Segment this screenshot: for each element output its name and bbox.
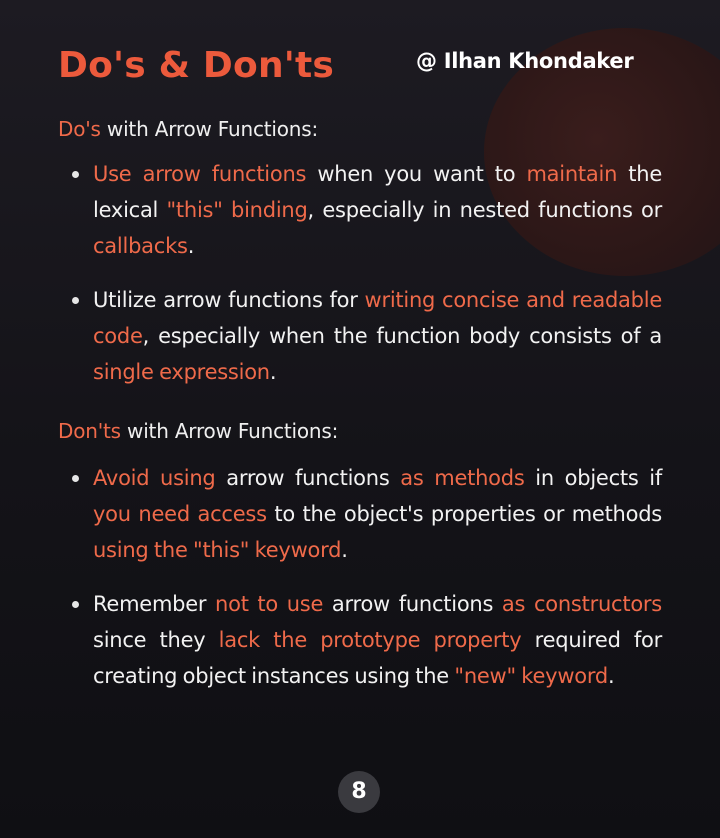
text-highlight: Avoid using: [93, 466, 216, 490]
text-plain: to the object's properties or methods: [266, 502, 662, 526]
bullet-icon: [72, 171, 79, 178]
text-plain: .: [607, 664, 615, 688]
donts-heading-highlight: Don'ts: [58, 419, 121, 443]
bullet-icon: [72, 601, 79, 608]
text-plain: arrow functions: [215, 466, 401, 490]
bullet-icon: [72, 475, 79, 482]
text-highlight: as methods: [400, 466, 525, 490]
dos-heading-highlight: Do's: [58, 117, 101, 141]
donts-item: Avoid using arrow functions as methods i…: [0, 460, 720, 568]
text-highlight: you need access: [93, 502, 267, 526]
donts-item-text: Avoid using arrow functions as methods i…: [93, 466, 662, 562]
author-handle: @ Ilhan Khondaker: [416, 49, 634, 73]
text-plain: in objects if: [524, 466, 662, 490]
donts-item: Remember not to use arrow functions as c…: [0, 586, 720, 694]
text-plain: Remember: [93, 592, 216, 616]
text-plain: .: [269, 360, 277, 384]
donts-heading: Don'ts with Arrow Functions:: [58, 416, 338, 446]
text-highlight: using the "this" keyword: [93, 538, 342, 562]
dos-item-text: Use arrow functions when you want to mai…: [93, 162, 662, 258]
dos-item-text: Utilize arrow functions for writing conc…: [93, 288, 662, 384]
dos-item: Utilize arrow functions for writing conc…: [0, 282, 720, 390]
text-highlight: "this" binding: [166, 198, 308, 222]
text-plain: arrow functions: [323, 592, 502, 616]
text-highlight: Use arrow functions: [93, 162, 307, 186]
text-plain: , especially when the function body cons…: [142, 324, 663, 348]
text-highlight: "new" keyword: [454, 664, 608, 688]
dos-heading-rest: with Arrow Functions:: [100, 117, 319, 141]
page-number-badge: 8: [338, 771, 380, 813]
text-plain: .: [187, 234, 195, 258]
text-plain: , especially in nested functions or: [307, 198, 663, 222]
dos-heading: Do's with Arrow Functions:: [58, 114, 318, 144]
bullet-icon: [72, 297, 79, 304]
donts-item-text: Remember not to use arrow functions as c…: [93, 592, 662, 688]
slide-card: Do's & Don'ts @ Ilhan Khondaker Do's wit…: [0, 0, 720, 838]
text-plain: Utilize arrow functions for: [93, 288, 365, 312]
text-plain: since they: [93, 628, 219, 652]
text-highlight: not to use: [215, 592, 324, 616]
text-highlight: as constructors: [501, 592, 662, 616]
text-highlight: lack the prototype property: [218, 628, 522, 652]
page-title: Do's & Don'ts: [58, 45, 335, 86]
dos-item: Use arrow functions when you want to mai…: [0, 156, 720, 264]
donts-heading-rest: with Arrow Functions:: [120, 419, 339, 443]
donts-list: Avoid using arrow functions as methods i…: [0, 460, 720, 694]
text-plain: when you want to: [306, 162, 527, 186]
text-highlight: single expression: [93, 360, 270, 384]
text-highlight: maintain: [526, 162, 618, 186]
text-plain: .: [341, 538, 348, 562]
dos-list: Use arrow functions when you want to mai…: [0, 156, 720, 390]
text-highlight: callbacks: [93, 234, 188, 258]
